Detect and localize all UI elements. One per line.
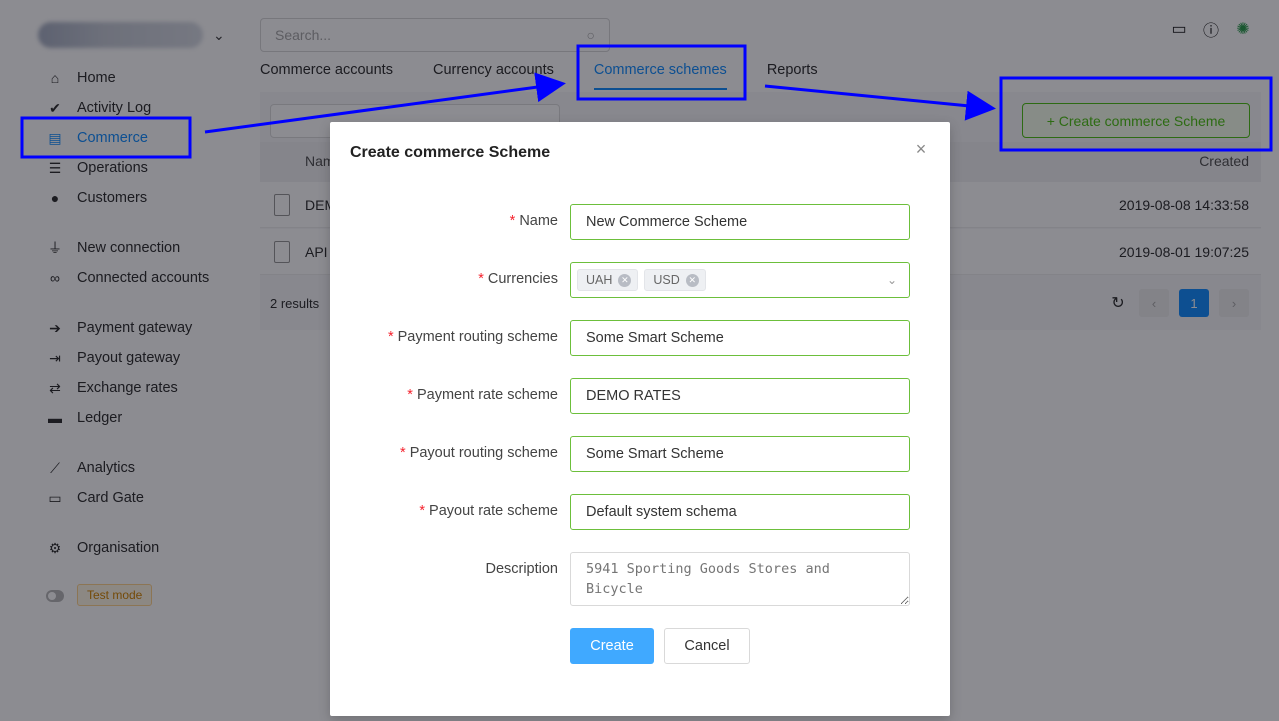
payment-rate-select[interactable]: DEMO RATES [570, 378, 910, 414]
form-row-currencies: * Currencies UAH ✕ USD ✕ ⌄ [330, 262, 950, 298]
form-row-description: Description [330, 552, 950, 606]
payout-routing-select[interactable]: Some Smart Scheme [570, 436, 910, 472]
form-row-payment-rate: * Payment rate scheme DEMO RATES [330, 378, 950, 414]
field-label: * Currencies [478, 271, 558, 287]
field-label: * Payout rate scheme [419, 503, 558, 519]
modal-title: Create commerce Scheme [350, 144, 551, 161]
currency-tag: UAH ✕ [577, 269, 639, 291]
form-row-payout-routing: * Payout routing scheme Some Smart Scheme [330, 436, 950, 472]
form-row-payment-routing: * Payment routing scheme Some Smart Schem… [330, 320, 950, 356]
chevron-down-icon: ⌄ [886, 273, 897, 287]
field-label: * Payment rate scheme [407, 387, 558, 403]
field-label: * Payment routing scheme [387, 329, 558, 345]
create-scheme-modal: Create commerce Scheme × * Name New Comme… [330, 122, 950, 716]
form-row-name: * Name New Commerce Scheme [330, 204, 950, 240]
form-row-payout-rate: * Payout rate scheme Default system schem… [330, 494, 950, 530]
close-icon[interactable]: × [912, 140, 930, 158]
field-label: Description [485, 561, 558, 577]
create-button[interactable]: Create [570, 628, 654, 664]
tag-remove-icon[interactable]: ✕ [618, 273, 632, 287]
currency-tag: USD ✕ [644, 269, 706, 291]
name-input[interactable]: New Commerce Scheme [570, 204, 910, 240]
cancel-button[interactable]: Cancel [664, 628, 750, 664]
payout-rate-select[interactable]: Default system schema [570, 494, 910, 530]
payment-routing-select[interactable]: Some Smart Scheme [570, 320, 910, 356]
description-textarea[interactable] [570, 552, 910, 606]
field-label: * Payout routing scheme [400, 445, 558, 461]
currencies-select[interactable]: UAH ✕ USD ✕ ⌄ [570, 262, 910, 298]
tag-remove-icon[interactable]: ✕ [685, 273, 699, 287]
field-label: * Name [509, 213, 558, 229]
